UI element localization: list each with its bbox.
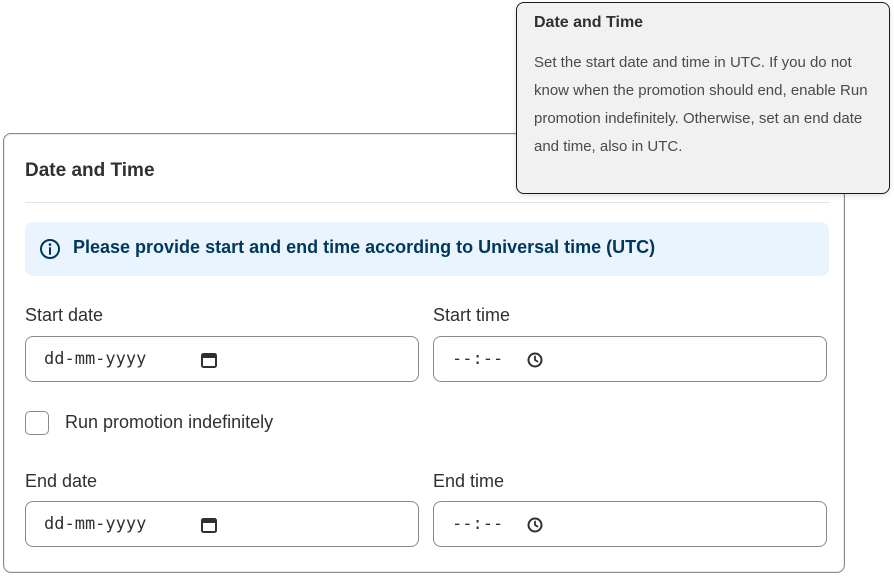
run-indefinitely-label[interactable]: Run promotion indefinitely [65,412,273,433]
divider [25,202,830,203]
start-time-placeholder: --:-- [452,349,504,369]
tooltip-body: Set the start date and time in UTC. If y… [534,54,868,155]
start-time-input[interactable]: --:-- [433,336,827,382]
info-icon [40,239,60,259]
end-time-input[interactable]: --:-- [433,501,827,547]
start-date-placeholder: dd-mm-yyyy [44,349,147,369]
banner-text: Please provide start and end time accord… [73,237,656,257]
end-time-label: End time [433,471,505,491]
end-date-input[interactable]: dd-mm-yyyy [25,501,419,547]
clock-icon[interactable] [526,351,544,369]
end-date-label: End date [25,471,98,491]
clock-icon[interactable] [526,516,544,534]
start-time-label: Start time [433,305,511,325]
start-date-label: Start date [25,305,104,325]
start-date-input[interactable]: dd-mm-yyyy [25,336,419,382]
info-banner: Please provide start and end time accord… [25,222,829,276]
tooltip-title: Date and Time [534,14,644,31]
calendar-icon[interactable] [200,351,218,369]
date-time-card: Date and Time Please provide start and e… [3,133,845,573]
page: Date and Time Please provide start and e… [0,0,894,576]
run-indefinitely-checkbox[interactable] [25,411,49,435]
calendar-icon[interactable] [200,516,218,534]
help-tooltip: Date and Time Set the start date and tim… [516,2,890,194]
card-title: Date and Time [25,160,155,181]
end-time-placeholder: --:-- [452,514,504,534]
end-date-placeholder: dd-mm-yyyy [44,514,147,534]
